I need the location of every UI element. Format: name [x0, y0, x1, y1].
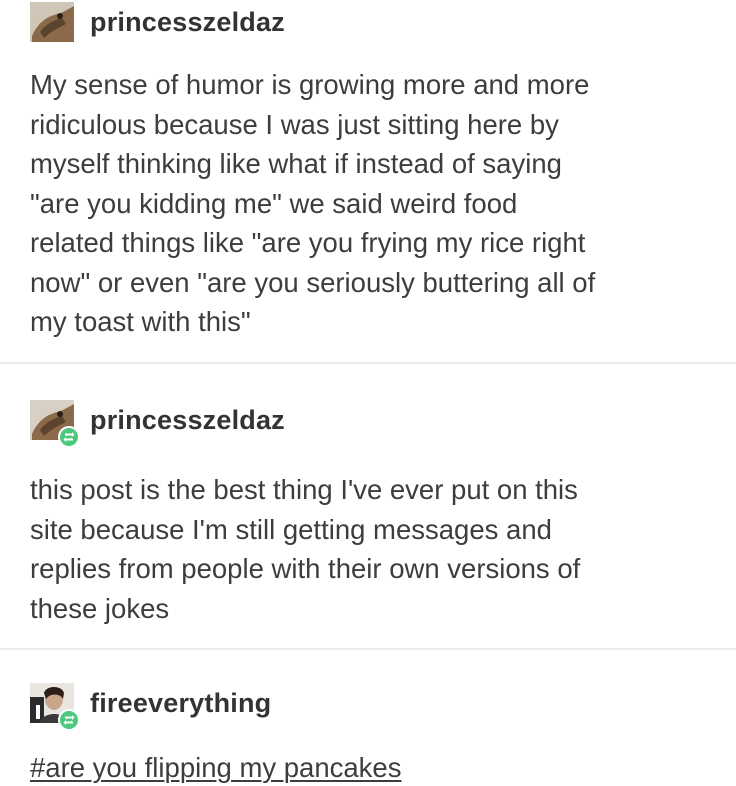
post-body-line: my toast with this": [30, 306, 251, 337]
post-header: princesszeldaz: [30, 0, 285, 44]
post-header: fireeverything: [30, 681, 271, 731]
post-body-line: site because I'm still getting messages …: [30, 513, 552, 545]
post-body-line: now" or even "are you seriously butterin…: [30, 266, 596, 298]
post-tag-link[interactable]: #are you flipping my pancakes: [30, 750, 401, 786]
post-divider: [0, 362, 736, 364]
post-body-line: related things like "are you frying my r…: [30, 227, 586, 258]
post-username[interactable]: princesszeldaz: [90, 7, 285, 38]
reblog-icon: [58, 426, 80, 448]
post-original: princesszeldaz My sense of humor is grow…: [0, 0, 736, 362]
post-body-line: replies from people with their own versi…: [30, 553, 581, 584]
post-header: princesszeldaz: [30, 398, 285, 448]
post-body-line: this post is the best thing I've ever pu…: [30, 474, 578, 505]
post-divider: [0, 648, 736, 650]
post-body-line: My sense of humor is growing more and mo…: [30, 69, 590, 100]
dog-avatar-icon[interactable]: [30, 2, 74, 42]
reblog-icon: [58, 709, 80, 731]
post-username[interactable]: fireeverything: [90, 688, 271, 719]
post-body-line: myself thinking like what if instead of …: [30, 148, 562, 179]
person-avatar-icon[interactable]: [30, 683, 80, 731]
post-body-line: ridiculous because I was just sitting he…: [30, 108, 559, 140]
post-body: My sense of humor is growing more and mo…: [30, 65, 720, 342]
post-username[interactable]: princesszeldaz: [90, 405, 285, 436]
post-body: this post is the best thing I've ever pu…: [30, 470, 720, 628]
post-body-line: these jokes: [30, 592, 170, 624]
post-body-line: "are you kidding me" we said weird food: [30, 187, 518, 219]
dog-avatar-icon[interactable]: [30, 400, 80, 448]
